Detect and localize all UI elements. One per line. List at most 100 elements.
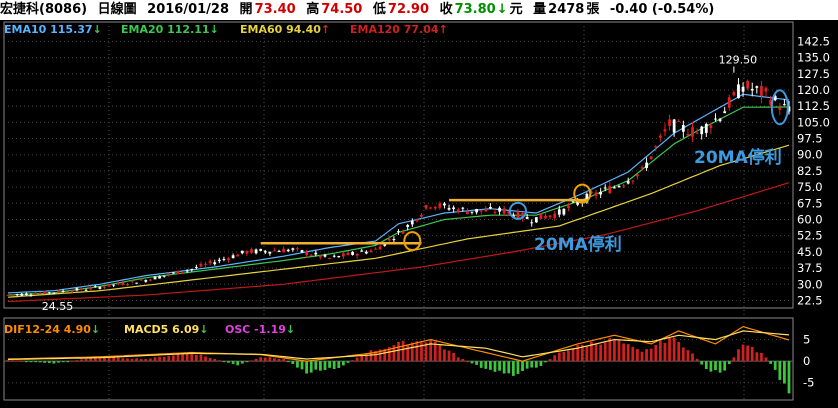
osc-bar bbox=[172, 355, 175, 362]
y-tick-label: 37.5 bbox=[797, 261, 823, 275]
candle-body bbox=[167, 273, 171, 275]
osc-bar bbox=[328, 361, 331, 368]
y-tick-label: 67.5 bbox=[797, 196, 823, 210]
osc-bar bbox=[47, 361, 51, 363]
candle-body bbox=[548, 215, 552, 218]
candle-body bbox=[309, 254, 313, 256]
candle-body bbox=[135, 282, 139, 284]
candle-body bbox=[103, 286, 106, 288]
candle-body bbox=[571, 201, 575, 203]
candle-body bbox=[208, 260, 212, 264]
candle-body bbox=[121, 282, 125, 286]
osc-bar bbox=[649, 348, 653, 362]
candle-body bbox=[397, 231, 400, 233]
osc-bar bbox=[57, 361, 60, 363]
osc-bar bbox=[553, 355, 557, 362]
candle-body bbox=[594, 192, 598, 196]
candle-body bbox=[668, 119, 671, 126]
candle-body bbox=[553, 213, 557, 218]
breakout-circle bbox=[403, 231, 422, 252]
candle-body bbox=[622, 185, 625, 187]
osc-bar bbox=[778, 361, 782, 380]
osc-bar bbox=[613, 339, 616, 362]
candle-body bbox=[268, 251, 272, 254]
osc-bar bbox=[470, 361, 474, 364]
osc-bar bbox=[594, 343, 598, 362]
macd-tick-label: 0 bbox=[803, 354, 810, 368]
candle-body bbox=[456, 209, 460, 213]
candle-body bbox=[617, 185, 621, 188]
candle-body bbox=[84, 289, 88, 291]
osc-bar bbox=[636, 349, 639, 362]
osc-bar bbox=[571, 348, 575, 362]
candle-body bbox=[392, 239, 396, 241]
y-tick-label: 52.5 bbox=[797, 229, 823, 243]
candle-body bbox=[286, 249, 290, 252]
osc-bar bbox=[130, 358, 134, 362]
osc-bar bbox=[162, 356, 166, 362]
ema60-line bbox=[7, 144, 790, 298]
candle-body bbox=[70, 290, 74, 292]
candle-body bbox=[112, 284, 116, 286]
osc-bar bbox=[461, 358, 465, 362]
osc-bar bbox=[493, 361, 497, 372]
candle-body bbox=[534, 217, 538, 223]
candle-body bbox=[61, 290, 65, 292]
osc-bar bbox=[286, 361, 290, 363]
candle-body bbox=[337, 256, 341, 258]
candle-body bbox=[222, 259, 226, 261]
candle-body bbox=[741, 86, 745, 92]
stock-chart: 142.5 135.0 127.5 120.0 112.5 105.0 97.5 90.0 82… bbox=[3, 21, 830, 401]
candle-body bbox=[470, 211, 474, 213]
candle-body bbox=[263, 251, 267, 253]
osc-bar bbox=[121, 358, 125, 362]
osc-bar bbox=[677, 341, 681, 362]
candle-body bbox=[406, 225, 410, 227]
osc-bar bbox=[107, 357, 111, 362]
candle-body bbox=[626, 181, 630, 184]
candle-body bbox=[557, 209, 561, 215]
candle-body bbox=[332, 255, 336, 257]
candle-body bbox=[328, 257, 331, 259]
candle-body bbox=[452, 207, 456, 210]
osc-bar bbox=[521, 361, 524, 372]
high-price-label: 129.50 bbox=[719, 53, 758, 66]
candle-body bbox=[608, 186, 612, 194]
osc-bar bbox=[475, 361, 478, 365]
candle-body bbox=[631, 180, 635, 182]
osc-bar bbox=[314, 361, 318, 370]
osc-bar bbox=[603, 342, 607, 362]
osc-bar bbox=[704, 361, 708, 369]
osc-bar bbox=[341, 361, 345, 366]
osc-bar bbox=[167, 356, 171, 362]
candle-body bbox=[24, 293, 28, 296]
osc-bar bbox=[213, 358, 217, 362]
candle-body bbox=[47, 292, 51, 294]
candle-body bbox=[420, 215, 423, 217]
osc-bar bbox=[52, 361, 56, 364]
osc-bar bbox=[240, 361, 244, 364]
osc-bar bbox=[507, 361, 511, 374]
candle-body bbox=[672, 119, 676, 133]
osc-bar bbox=[282, 359, 286, 362]
osc-bar bbox=[709, 361, 713, 372]
candle-body bbox=[273, 250, 276, 252]
y-tick-label: 75.0 bbox=[797, 180, 823, 194]
candle-body bbox=[663, 129, 667, 132]
candle-body bbox=[231, 255, 235, 259]
osc-bar bbox=[557, 352, 561, 362]
candle-body bbox=[296, 248, 299, 250]
candle-body bbox=[525, 217, 529, 219]
candle-body bbox=[760, 85, 763, 97]
osc-bar bbox=[548, 359, 552, 362]
osc-bar bbox=[645, 349, 648, 362]
osc-bar bbox=[332, 361, 336, 370]
candle-body bbox=[38, 292, 42, 294]
candle-body bbox=[567, 205, 570, 208]
candle-body bbox=[429, 207, 433, 209]
candle-body bbox=[300, 250, 304, 253]
candle-body bbox=[562, 208, 566, 215]
osc-bar bbox=[617, 339, 621, 362]
osc-bar bbox=[185, 353, 189, 362]
osc-bar bbox=[466, 361, 469, 363]
